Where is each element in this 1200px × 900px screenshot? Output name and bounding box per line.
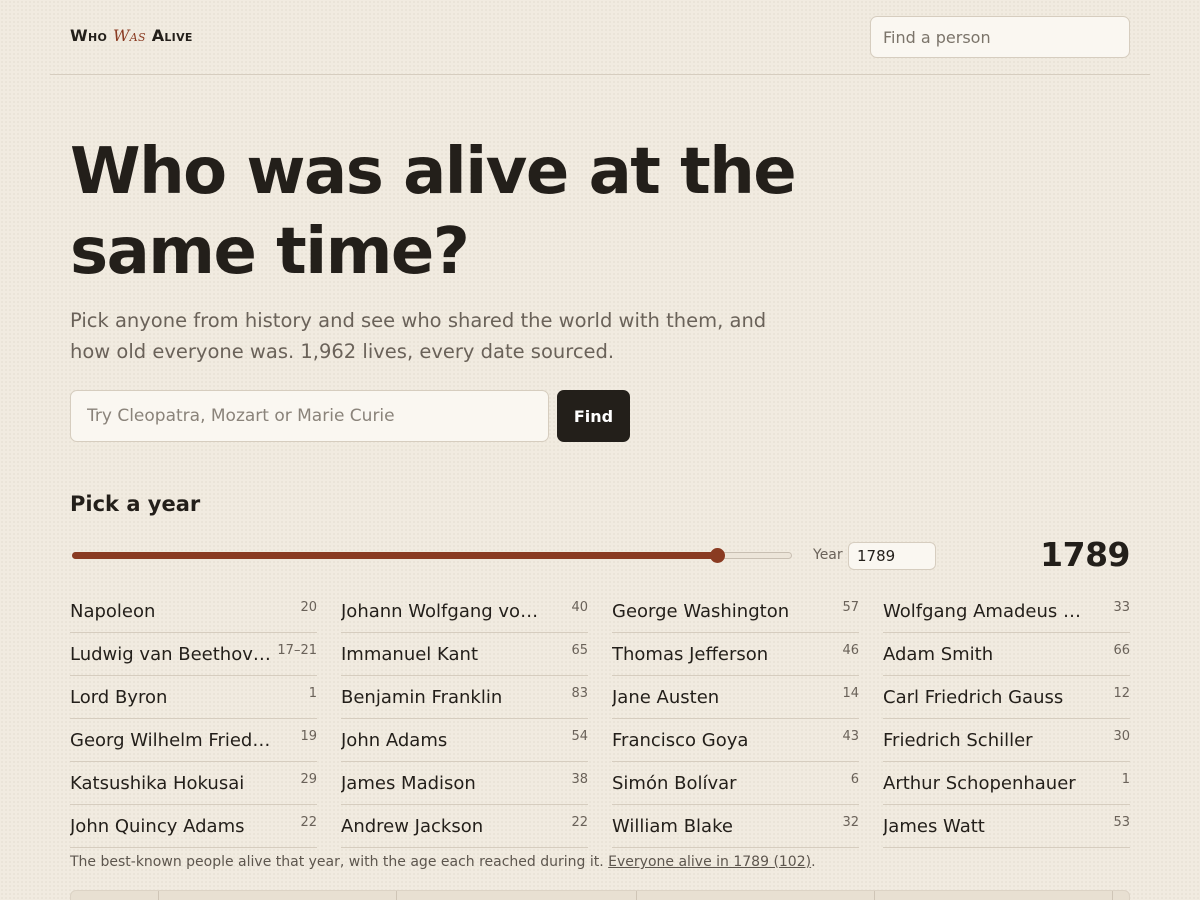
person-age: 1 [308, 686, 317, 701]
person-row[interactable]: Wolfgang Amadeus Mozart 33 [883, 590, 1130, 633]
person-name[interactable]: Carl Friedrich Gauss [883, 687, 1088, 708]
page-subtitle: Pick anyone from history and see who sha… [70, 309, 767, 363]
person-age: 14 [842, 686, 859, 701]
person-name[interactable]: Benjamin Franklin [341, 687, 546, 708]
person-row[interactable]: John Quincy Adams 22 [70, 805, 317, 848]
person-row[interactable]: Jane Austen 14 [612, 676, 859, 719]
person-row[interactable]: Carl Friedrich Gauss 12 [883, 676, 1130, 719]
person-age: 40 [571, 600, 588, 615]
person-row[interactable]: Andrew Jackson 22 [341, 805, 588, 848]
caption-end: . [811, 854, 816, 870]
person-row[interactable]: Napoleon 20 [70, 590, 317, 633]
person-name[interactable]: James Madison [341, 773, 546, 794]
person-row[interactable]: Simón Bolívar 6 [612, 762, 859, 805]
person-age: 83 [571, 686, 588, 701]
everyone-alive-link[interactable]: Everyone alive in 1789 (102) [608, 854, 811, 870]
people-grid: Napoleon 20 Johann Wolfgang von Goethe 40 Ge… [70, 590, 1130, 848]
year-input[interactable] [848, 542, 936, 570]
person-age: 1 [1121, 772, 1130, 787]
person-age: 6 [850, 772, 859, 787]
person-age: 22 [571, 815, 588, 830]
caption-text: The best-known people alive that year, w… [70, 854, 604, 870]
person-age: 20 [300, 600, 317, 615]
person-age: 38 [571, 772, 588, 787]
logo-who: Who [70, 26, 108, 45]
person-row[interactable]: Georg Wilhelm Friedrich Hegel 19 [70, 719, 317, 762]
person-row[interactable]: Ludwig van Beethoven 17–21 [70, 633, 317, 676]
person-name[interactable]: Immanuel Kant [341, 644, 546, 665]
year-input-label: Year [813, 547, 843, 563]
person-name[interactable]: Andrew Jackson [341, 816, 546, 837]
year-slider-thumb[interactable] [710, 548, 726, 563]
person-age: 65 [571, 643, 588, 658]
person-row[interactable]: William Blake 32 [612, 805, 859, 848]
person-age: 12 [1113, 686, 1130, 701]
person-name[interactable]: Thomas Jefferson [612, 644, 817, 665]
person-name[interactable]: Katsushika Hokusai [70, 773, 275, 794]
timeline-strip [70, 890, 1130, 900]
person-row[interactable]: Adam Smith 66 [883, 633, 1130, 676]
person-name[interactable]: Simón Bolívar [612, 773, 817, 794]
person-row[interactable]: James Watt 53 [883, 805, 1130, 848]
person-row[interactable]: Katsushika Hokusai 29 [70, 762, 317, 805]
person-row[interactable]: Arthur Schopenhauer 1 [883, 762, 1130, 805]
person-row[interactable]: Francisco Goya 43 [612, 719, 859, 762]
person-age: 53 [1113, 815, 1130, 830]
person-age: 46 [842, 643, 859, 658]
logo-alive: Alive [151, 26, 193, 45]
top-bar: Who Was Alive [50, 0, 1150, 75]
selected-year-display: 1789 [1040, 535, 1130, 574]
year-slider-fill [72, 552, 717, 559]
person-age: 43 [842, 729, 859, 744]
person-row[interactable]: Thomas Jefferson 46 [612, 633, 859, 676]
header-search-input[interactable] [870, 16, 1130, 58]
person-row[interactable]: Benjamin Franklin 83 [341, 676, 588, 719]
person-age: 33 [1113, 600, 1130, 615]
person-name[interactable]: Adam Smith [883, 644, 1088, 665]
person-row[interactable]: George Washington 57 [612, 590, 859, 633]
person-name[interactable]: John Adams [341, 730, 546, 751]
person-age: 30 [1113, 729, 1130, 744]
person-name[interactable]: William Blake [612, 816, 817, 837]
person-age: 22 [300, 815, 317, 830]
person-row[interactable]: John Adams 54 [341, 719, 588, 762]
person-name[interactable]: Jane Austen [612, 687, 817, 708]
person-row[interactable]: James Madison 38 [341, 762, 588, 805]
person-row[interactable]: Lord Byron 1 [70, 676, 317, 719]
site-logo[interactable]: Who Was Alive [70, 26, 193, 45]
person-row[interactable]: Immanuel Kant 65 [341, 633, 588, 676]
person-name[interactable]: Johann Wolfgang von Goethe [341, 601, 546, 622]
logo-was: Was [112, 26, 146, 45]
person-age: 57 [842, 600, 859, 615]
person-search-input[interactable] [70, 390, 549, 442]
results-caption: The best-known people alive that year, w… [70, 854, 1130, 870]
person-name[interactable]: Friedrich Schiller [883, 730, 1088, 751]
person-name[interactable]: John Quincy Adams [70, 816, 275, 837]
person-name[interactable]: George Washington [612, 601, 817, 622]
person-row[interactable]: Friedrich Schiller 30 [883, 719, 1130, 762]
person-age: 19 [300, 729, 317, 744]
person-age: 54 [571, 729, 588, 744]
person-name[interactable]: Napoleon [70, 601, 275, 622]
person-name[interactable]: Wolfgang Amadeus Mozart [883, 601, 1088, 622]
person-name[interactable]: Georg Wilhelm Friedrich Hegel [70, 730, 275, 751]
person-name[interactable]: Francisco Goya [612, 730, 817, 751]
page-title: Who was alive at the same time? [70, 135, 797, 289]
person-age: 32 [842, 815, 859, 830]
pick-year-heading: Pick a year [70, 492, 201, 516]
person-name[interactable]: Lord Byron [70, 687, 275, 708]
person-name[interactable]: James Watt [883, 816, 1088, 837]
person-name[interactable]: Ludwig van Beethoven [70, 644, 275, 665]
find-button[interactable]: Find [557, 390, 630, 442]
year-slider[interactable] [72, 548, 792, 563]
person-age: 17–21 [277, 643, 317, 658]
person-age: 66 [1113, 643, 1130, 658]
person-row[interactable]: Johann Wolfgang von Goethe 40 [341, 590, 588, 633]
person-name[interactable]: Arthur Schopenhauer [883, 773, 1088, 794]
person-age: 29 [300, 772, 317, 787]
